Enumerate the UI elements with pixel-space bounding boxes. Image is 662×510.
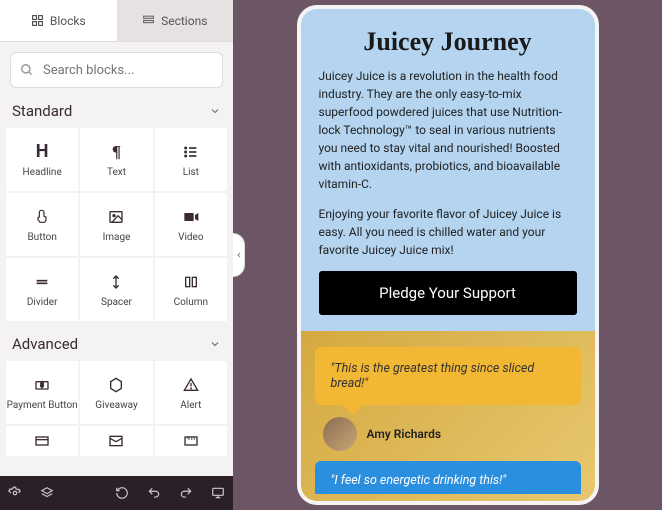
- blocks-icon: [31, 14, 44, 27]
- bottom-toolbar: [0, 476, 233, 510]
- column-icon: [183, 272, 199, 292]
- category-standard-label: Standard: [12, 102, 72, 120]
- block-spacer[interactable]: Spacer: [80, 258, 152, 321]
- standard-grid: HHeadline ¶Text List Button Image Video …: [0, 128, 233, 321]
- history-icon[interactable]: [115, 486, 129, 500]
- author-name: Amy Richards: [367, 427, 442, 441]
- sidebar: Blocks Sections Standard HHeadline ¶Text…: [0, 0, 233, 510]
- block-button[interactable]: Button: [6, 193, 78, 256]
- sections-icon: [142, 14, 155, 27]
- collapse-sidebar[interactable]: [233, 233, 245, 277]
- testimonial-1: "This is the greatest thing since sliced…: [315, 347, 581, 405]
- giveaway-icon: [108, 375, 124, 395]
- paragraph-1: Juicey Juice is a revolution in the heal…: [319, 67, 577, 193]
- list-icon: [183, 142, 199, 162]
- testimonial-2: "I feel so energetic drinking this!": [315, 461, 581, 494]
- button-icon: [34, 207, 50, 227]
- headline-icon: H: [36, 142, 49, 162]
- chevron-down-icon: [209, 105, 221, 117]
- desktop-icon[interactable]: [211, 486, 225, 500]
- gear-icon[interactable]: [8, 486, 22, 500]
- spacer-icon: [108, 272, 124, 292]
- preview-frame: Juicey Journey Juicey Juice is a revolut…: [297, 5, 599, 505]
- tab-sections[interactable]: Sections: [117, 0, 234, 41]
- block-alert[interactable]: Alert: [155, 361, 227, 424]
- category-advanced-label: Advanced: [12, 335, 78, 353]
- redo-icon[interactable]: [179, 486, 193, 500]
- block-divider[interactable]: Divider: [6, 258, 78, 321]
- tab-bar: Blocks Sections: [0, 0, 233, 42]
- block-list[interactable]: List: [155, 128, 227, 191]
- block-column[interactable]: Column: [155, 258, 227, 321]
- search-icon: [20, 63, 34, 77]
- block-payment-button[interactable]: $Payment Button: [6, 361, 78, 424]
- tab-blocks[interactable]: Blocks: [0, 0, 117, 41]
- undo-icon[interactable]: [147, 486, 161, 500]
- block-image[interactable]: Image: [80, 193, 152, 256]
- chevron-down-icon: [209, 338, 221, 350]
- block-extra-2[interactable]: [80, 426, 152, 456]
- block-video[interactable]: Video: [155, 193, 227, 256]
- svg-text:$: $: [40, 382, 44, 389]
- testimonials: "This is the greatest thing since sliced…: [301, 331, 595, 505]
- tab-sections-label: Sections: [161, 14, 207, 28]
- text-icon: ¶: [112, 142, 121, 162]
- block-text[interactable]: ¶Text: [80, 128, 152, 191]
- tab-blocks-label: Blocks: [50, 14, 86, 28]
- divider-icon: [34, 272, 50, 292]
- chevron-left-icon: [235, 249, 243, 261]
- advanced-grid: $Payment Button Giveaway Alert: [0, 361, 233, 456]
- category-advanced[interactable]: Advanced: [0, 331, 233, 361]
- hero-section: Juicey Journey Juicey Juice is a revolut…: [301, 9, 595, 331]
- canvas: Juicey Journey Juicey Juice is a revolut…: [233, 0, 662, 510]
- extra-icon: [34, 431, 50, 451]
- extra-icon: [108, 431, 124, 451]
- cta-button[interactable]: Pledge Your Support: [319, 271, 577, 315]
- layers-icon[interactable]: [40, 486, 54, 500]
- page-title: Juicey Journey: [319, 27, 577, 57]
- block-extra-3[interactable]: [155, 426, 227, 456]
- author-row: Amy Richards: [315, 413, 581, 461]
- payment-icon: $: [34, 375, 50, 395]
- image-icon: [108, 207, 124, 227]
- alert-icon: [183, 375, 199, 395]
- avatar: [323, 417, 357, 451]
- video-icon: [183, 207, 199, 227]
- extra-icon: [183, 431, 199, 451]
- block-extra-1[interactable]: [6, 426, 78, 456]
- paragraph-2: Enjoying your favorite flavor of Juicey …: [319, 205, 577, 259]
- block-headline[interactable]: HHeadline: [6, 128, 78, 191]
- block-giveaway[interactable]: Giveaway: [80, 361, 152, 424]
- category-standard[interactable]: Standard: [0, 98, 233, 128]
- search-input[interactable]: [10, 52, 223, 88]
